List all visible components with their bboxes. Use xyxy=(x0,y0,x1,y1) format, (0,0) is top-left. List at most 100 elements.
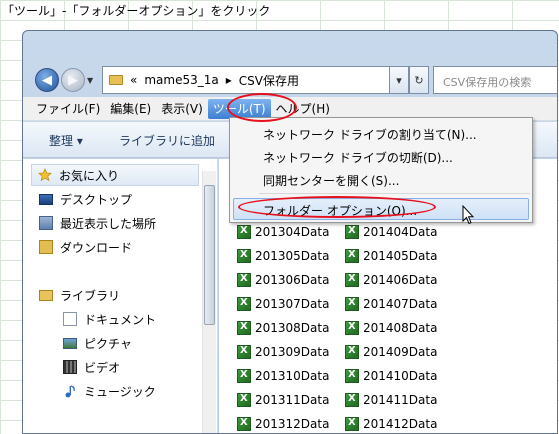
star-icon xyxy=(38,168,52,182)
file-name: 201405Data xyxy=(363,249,438,263)
csv-file-icon xyxy=(237,225,251,239)
add-to-library-button[interactable]: ライブラリに追加 xyxy=(119,132,215,149)
explorer-window: ◀ ▶ ▼ « mame53_1a ▸ CSV保存用 ▾ ↻ CSV保存用の検索… xyxy=(22,30,558,434)
history-dropdown-icon[interactable]: ▼ xyxy=(87,76,93,85)
menu-file[interactable]: ファイル(F) xyxy=(31,99,105,119)
file-item[interactable]: 201304Data xyxy=(237,222,329,242)
file-item[interactable]: 201404Data xyxy=(345,222,437,242)
file-name: 201312Data xyxy=(255,417,330,431)
file-name: 201407Data xyxy=(363,297,438,311)
menu-item-disconnect-network-drive[interactable]: ネットワーク ドライブの切断(D)... xyxy=(263,149,453,166)
csv-file-icon xyxy=(345,321,359,335)
mouse-cursor-icon xyxy=(462,205,474,225)
menu-item-map-network-drive[interactable]: ネットワーク ドライブの割り当て(N)... xyxy=(263,126,477,143)
nav-libraries[interactable]: ライブラリ xyxy=(39,284,120,306)
file-name: 201304Data xyxy=(255,225,330,239)
menu-item-open-sync-center[interactable]: 同期センターを開く(S)... xyxy=(263,172,399,189)
instruction-caption: 「ツール」-「フォルダーオプション」をクリック xyxy=(2,4,271,18)
csv-file-icon xyxy=(237,369,251,383)
search-input[interactable]: CSV保存用の検索 xyxy=(433,66,557,94)
nav-favorites-label: お気に入り xyxy=(59,168,120,183)
nav-desktop[interactable]: デスクトップ xyxy=(39,188,132,210)
file-item[interactable]: 201305Data xyxy=(237,246,329,266)
csv-file-icon xyxy=(237,273,251,287)
nav-videos[interactable]: ビデオ xyxy=(63,356,120,378)
chevron-down-icon: ▾ xyxy=(396,73,402,87)
music-note-icon xyxy=(65,385,75,398)
nav-favorites[interactable]: お気に入り xyxy=(31,164,199,186)
documents-icon xyxy=(63,312,77,326)
csv-file-icon xyxy=(237,321,251,335)
csv-file-icon xyxy=(345,249,359,263)
file-name: 201408Data xyxy=(363,321,438,335)
nav-scrollbar[interactable] xyxy=(202,171,216,433)
file-item[interactable]: 201408Data xyxy=(345,318,437,338)
navigation-pane: お気に入り デスクトップ 最近表示した場所 ダウンロード ライブラリ ドキュメン… xyxy=(23,159,218,433)
file-item[interactable]: 201412Data xyxy=(345,414,438,433)
csv-file-icon xyxy=(345,417,359,431)
nav-pictures[interactable]: ピクチャ xyxy=(63,332,132,354)
nav-downloads[interactable]: ダウンロード xyxy=(39,236,132,258)
file-item[interactable]: 201307Data xyxy=(237,294,329,314)
address-dropdown-button[interactable]: ▾ xyxy=(389,66,409,94)
csv-file-icon xyxy=(345,273,359,287)
file-item[interactable]: 201310Data xyxy=(237,366,329,386)
csv-file-icon xyxy=(345,297,359,311)
file-name: 201412Data xyxy=(363,417,438,431)
back-button[interactable]: ◀ xyxy=(35,68,59,92)
breadcrumb-item-csv[interactable]: CSV保存用 xyxy=(239,72,299,89)
breadcrumb-item-mame53_1a[interactable]: mame53_1a xyxy=(144,73,218,87)
file-name: 201309Data xyxy=(255,345,330,359)
address-bar[interactable]: « mame53_1a ▸ CSV保存用 xyxy=(102,66,409,94)
forward-arrow-icon: ▶ xyxy=(68,72,78,88)
forward-button[interactable]: ▶ xyxy=(61,68,85,92)
nav-pictures-label: ピクチャ xyxy=(84,336,132,351)
folder-options-highlight-oval xyxy=(238,196,436,218)
nav-music[interactable]: ミュージック xyxy=(63,380,156,402)
file-item[interactable]: 201406Data xyxy=(345,270,437,290)
menu-view[interactable]: 表示(V) xyxy=(156,99,208,119)
nav-documents-label: ドキュメント xyxy=(84,312,157,327)
file-item[interactable]: 201306Data xyxy=(237,270,329,290)
file-item[interactable]: 201309Data xyxy=(237,342,329,362)
nav-recent-label: 最近表示した場所 xyxy=(60,216,157,231)
folder-icon xyxy=(109,75,123,85)
tools-menu-highlight-oval xyxy=(227,93,297,122)
file-name: 201310Data xyxy=(255,369,330,383)
nav-documents[interactable]: ドキュメント xyxy=(63,308,156,330)
file-item[interactable]: 201409Data xyxy=(345,342,437,362)
scrollbar-thumb[interactable] xyxy=(204,185,215,325)
file-item[interactable]: 201308Data xyxy=(237,318,329,338)
nav-libraries-label: ライブラリ xyxy=(60,288,121,303)
file-item[interactable]: 201407Data xyxy=(345,294,437,314)
file-name: 201305Data xyxy=(255,249,330,263)
csv-file-icon xyxy=(345,225,359,239)
file-name: 201307Data xyxy=(255,297,330,311)
nav-recent-places[interactable]: 最近表示した場所 xyxy=(39,212,156,234)
downloads-folder-icon xyxy=(39,240,53,254)
refresh-button[interactable]: ↻ xyxy=(409,66,429,94)
back-arrow-icon: ◀ xyxy=(42,72,52,88)
recent-places-icon xyxy=(39,216,53,230)
csv-file-icon xyxy=(237,297,251,311)
desktop-icon xyxy=(39,193,53,205)
menu-edit[interactable]: 編集(E) xyxy=(105,99,156,119)
csv-file-icon xyxy=(237,393,251,407)
file-item[interactable]: 201411Data xyxy=(345,390,437,410)
file-name: 201409Data xyxy=(363,345,438,359)
organize-button[interactable]: 整理 ▾ xyxy=(49,132,83,149)
file-item[interactable]: 201312Data xyxy=(237,414,330,433)
nav-music-label: ミュージック xyxy=(84,384,156,399)
refresh-icon: ↻ xyxy=(414,73,424,87)
csv-file-icon xyxy=(237,345,251,359)
breadcrumb-separator-icon[interactable]: ▸ xyxy=(226,73,232,87)
nav-videos-label: ビデオ xyxy=(84,360,121,375)
file-item[interactable]: 201311Data xyxy=(237,390,329,410)
libraries-icon xyxy=(39,289,53,301)
file-item[interactable]: 201410Data xyxy=(345,366,437,386)
address-row: ◀ ▶ ▼ « mame53_1a ▸ CSV保存用 ▾ ↻ CSV保存用の検索 xyxy=(23,31,557,97)
breadcrumb-chevron[interactable]: « xyxy=(130,73,137,87)
file-name: 201308Data xyxy=(255,321,330,335)
nav-desktop-label: デスクトップ xyxy=(60,192,133,207)
file-item[interactable]: 201405Data xyxy=(345,246,437,266)
